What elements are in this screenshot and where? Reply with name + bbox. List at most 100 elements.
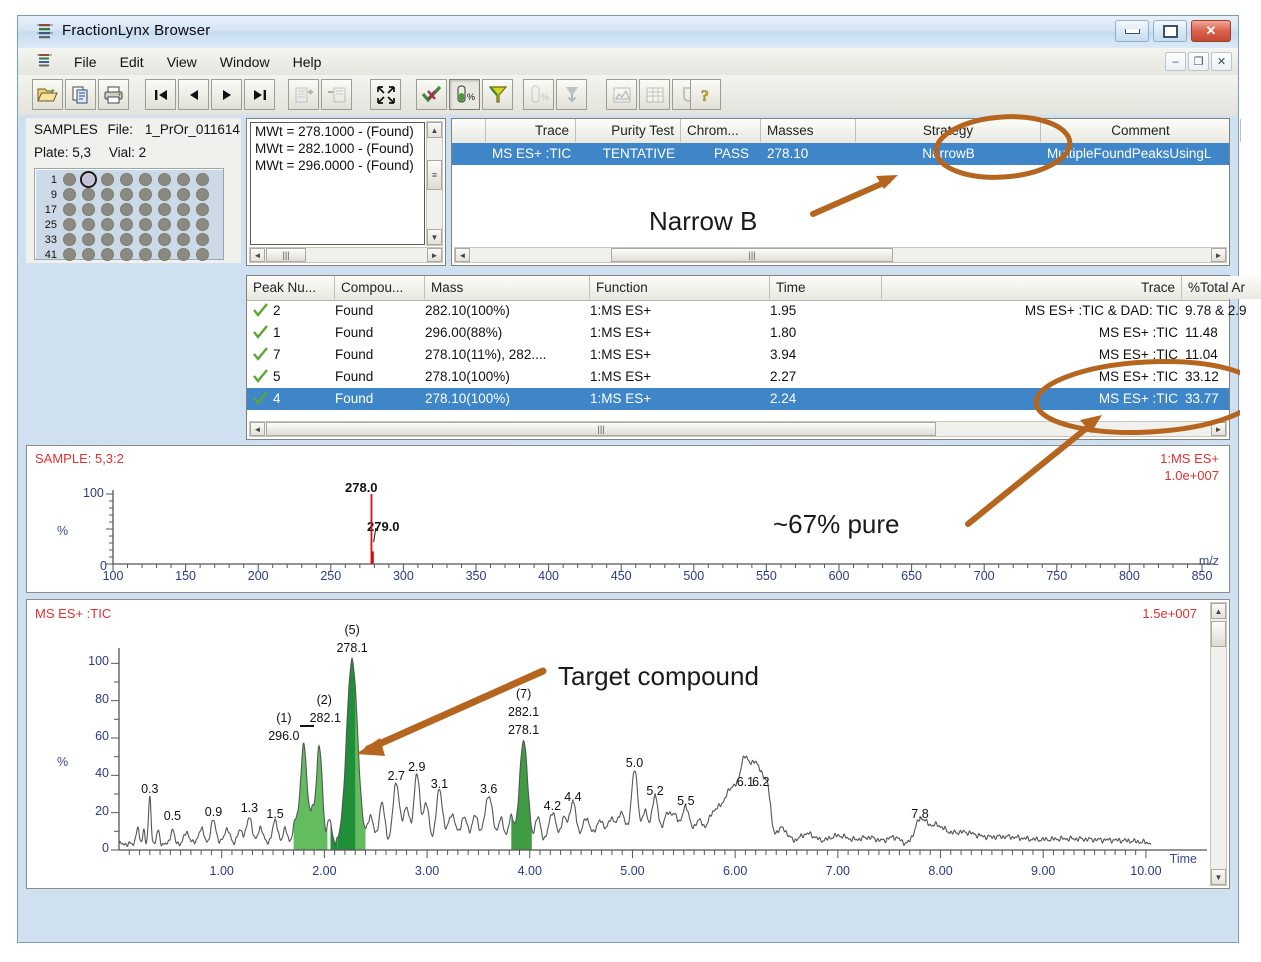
plate-well[interactable] <box>140 189 151 200</box>
peak-row[interactable]: 7Found278.10(11%), 282....1:MS ES+3.94MS… <box>247 344 1229 366</box>
menu-file[interactable]: File <box>64 52 107 72</box>
trace-column-header[interactable]: Purity Test <box>576 119 681 142</box>
strategy-icon[interactable] <box>482 79 513 110</box>
scroll-right-icon[interactable]: ► <box>1211 248 1226 262</box>
maximize-button[interactable] <box>1153 20 1187 42</box>
spreadsheet-icon[interactable] <box>639 79 670 110</box>
collect-icon[interactable] <box>556 79 587 110</box>
plate-well[interactable] <box>159 234 170 245</box>
next-record-icon[interactable] <box>211 79 242 110</box>
plate-well[interactable] <box>140 234 151 245</box>
trace-column-header[interactable]: Masses <box>761 119 856 142</box>
help-icon[interactable]: ? <box>690 79 721 110</box>
plate-well[interactable] <box>140 219 151 230</box>
scroll-up-icon[interactable]: ▲ <box>427 122 442 138</box>
previous-record-icon[interactable] <box>178 79 209 110</box>
plate-well[interactable] <box>64 249 75 260</box>
mwt-horizontal-scrollbar[interactable]: ◄ ||| ► <box>249 247 443 263</box>
plate-well[interactable] <box>178 189 189 200</box>
peak-horizontal-scrollbar[interactable]: ◄ ||| ► <box>249 421 1227 437</box>
plate-well[interactable] <box>102 174 113 185</box>
mwt-list-item[interactable]: MWt = 296.0000 - (Found) <box>251 157 424 174</box>
menu-edit[interactable]: Edit <box>110 52 154 72</box>
minimize-button[interactable] <box>1115 20 1149 42</box>
first-record-icon[interactable] <box>145 79 176 110</box>
mwt-list-item[interactable]: MWt = 282.1000 - (Found) <box>251 140 424 157</box>
report-icon[interactable] <box>606 79 637 110</box>
insert-row-icon[interactable] <box>288 79 319 110</box>
trace-horizontal-scrollbar[interactable]: ◄ ||| ► <box>454 247 1227 263</box>
plate-well[interactable] <box>121 219 132 230</box>
plate-well[interactable] <box>197 204 208 215</box>
plate-well[interactable] <box>197 234 208 245</box>
plate-well[interactable] <box>140 249 151 260</box>
plate-well[interactable] <box>83 189 94 200</box>
plate-well[interactable] <box>121 249 132 260</box>
plate-well[interactable] <box>178 174 189 185</box>
trace-column-header[interactable]: Strategy <box>856 119 1041 142</box>
plate-well[interactable] <box>121 189 132 200</box>
plate-well[interactable] <box>83 234 94 245</box>
mdi-close-button[interactable]: ✕ <box>1211 52 1232 71</box>
plate-well[interactable] <box>159 219 170 230</box>
plate-well[interactable] <box>64 204 75 215</box>
plate-well[interactable] <box>178 204 189 215</box>
plate-well[interactable] <box>197 219 208 230</box>
scroll-down-icon[interactable]: ▼ <box>1211 869 1226 885</box>
peak-column-header[interactable]: %Total Ar <box>1182 276 1261 299</box>
scroll-down-icon[interactable]: ▼ <box>427 229 442 245</box>
peak-column-header[interactable]: Time <box>770 276 882 299</box>
close-button[interactable]: ✕ <box>1191 20 1231 42</box>
scroll-thumb-h[interactable]: ||| <box>266 248 306 262</box>
plate-well[interactable] <box>197 189 208 200</box>
plate-well[interactable] <box>178 234 189 245</box>
plate-well[interactable] <box>140 204 151 215</box>
plate-well[interactable] <box>197 174 208 185</box>
scroll-right-icon[interactable]: ► <box>427 248 442 262</box>
plate-well[interactable] <box>159 174 170 185</box>
peak-row[interactable]: 1Found296.00(88%)1:MS ES+1.80MS ES+ :TIC… <box>247 322 1229 344</box>
plate-well[interactable] <box>64 174 75 185</box>
plate-well[interactable] <box>102 189 113 200</box>
print-icon[interactable] <box>98 79 129 110</box>
menu-view[interactable]: View <box>157 52 207 72</box>
peak-row[interactable]: 2Found282.10(100%)1:MS ES+1.95MS ES+ :TI… <box>247 300 1229 322</box>
plate-well[interactable] <box>102 234 113 245</box>
mdi-minimize-button[interactable]: – <box>1165 52 1186 71</box>
scroll-thumb-h[interactable]: ||| <box>266 422 936 436</box>
scroll-up-icon[interactable]: ▲ <box>1211 603 1226 619</box>
plate-well[interactable] <box>83 204 94 215</box>
mdi-restore-button[interactable]: ❐ <box>1188 52 1209 71</box>
plate-map[interactable]: 1917253341 <box>34 168 224 260</box>
plate-well[interactable] <box>64 189 75 200</box>
purity-test-icon[interactable]: % <box>449 79 480 110</box>
plate-well[interactable] <box>121 204 132 215</box>
peak-column-header[interactable]: Trace <box>882 276 1182 299</box>
open-folder-icon[interactable] <box>32 79 63 110</box>
plate-well[interactable] <box>64 234 75 245</box>
trace-results-grid[interactable]: TracePurity TestChrom...MassesStrategyCo… <box>451 118 1230 266</box>
verify-peaks-icon[interactable] <box>416 79 447 110</box>
plate-well[interactable] <box>197 249 208 260</box>
plate-well[interactable] <box>102 204 113 215</box>
tube-percent-icon[interactable]: % <box>523 79 554 110</box>
copy-icon[interactable] <box>65 79 96 110</box>
plate-well[interactable] <box>121 234 132 245</box>
scroll-left-icon[interactable]: ◄ <box>250 422 265 436</box>
trace-column-header[interactable]: Trace <box>486 119 576 142</box>
plate-well[interactable] <box>83 174 94 185</box>
scroll-thumb[interactable] <box>1211 621 1226 647</box>
peak-column-header[interactable]: Mass <box>425 276 590 299</box>
peak-row[interactable]: 5Found278.10(100%)1:MS ES+2.27MS ES+ :TI… <box>247 366 1229 388</box>
menu-window[interactable]: Window <box>210 52 280 72</box>
scroll-thumb-h[interactable]: ||| <box>611 248 893 262</box>
plate-well[interactable] <box>159 189 170 200</box>
scroll-left-icon[interactable]: ◄ <box>250 248 265 262</box>
trace-column-header[interactable]: Comment <box>1041 119 1241 142</box>
mwt-vertical-scrollbar[interactable]: ▲ ≡ ▼ <box>426 121 443 246</box>
plate-well[interactable] <box>121 174 132 185</box>
delete-row-icon[interactable] <box>321 79 352 110</box>
peak-column-header[interactable]: Function <box>590 276 770 299</box>
trace-row[interactable]: MS ES+ :TICTENTATIVEPASS278.10NarrowBMul… <box>452 143 1229 165</box>
scroll-left-icon[interactable]: ◄ <box>455 248 470 262</box>
